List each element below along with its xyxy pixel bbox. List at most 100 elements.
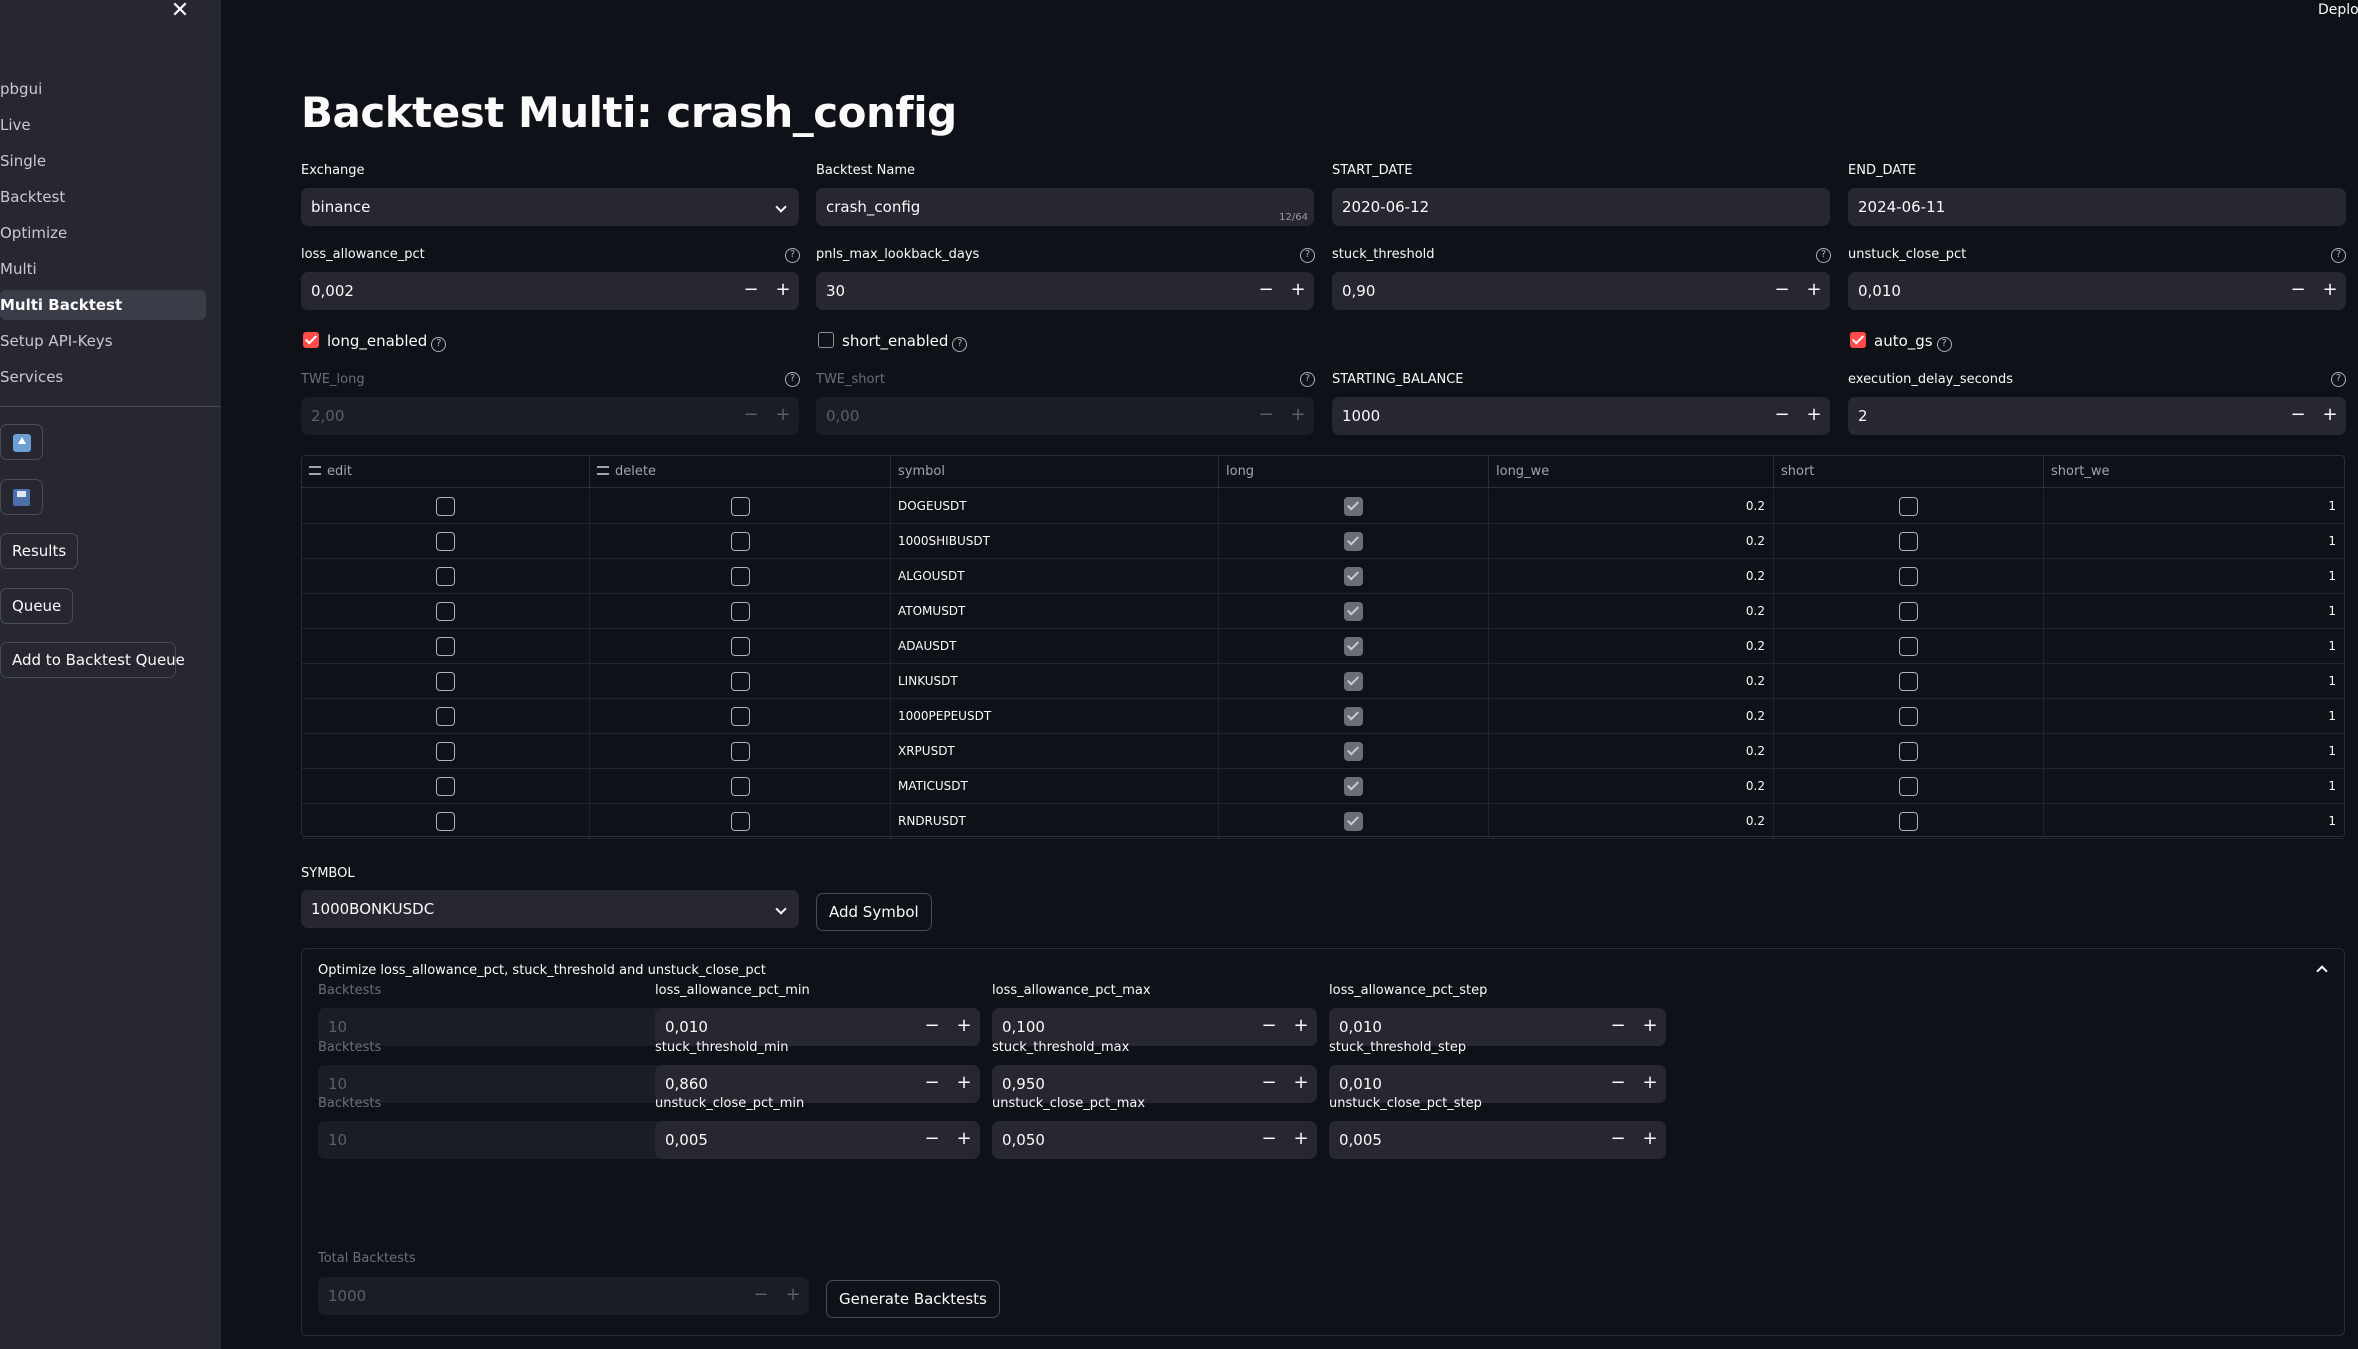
- decrement-button[interactable]: −: [2282, 397, 2314, 435]
- sidebar-item-single[interactable]: Single: [0, 146, 206, 176]
- sidebar-item-pbgui[interactable]: pbgui: [0, 74, 206, 104]
- add-to-backtest-queue-button[interactable]: Add to Backtest Queue: [0, 642, 185, 678]
- generate-backtests-button[interactable]: Generate Backtests: [826, 1280, 1000, 1318]
- chevron-up-icon[interactable]: [2316, 965, 2328, 977]
- sidebar-item-setup-api-keys[interactable]: Setup API-Keys: [0, 326, 206, 356]
- column-header-symbol[interactable]: symbol: [891, 456, 1219, 488]
- edit-checkbox[interactable]: [436, 707, 455, 726]
- decrement-button[interactable]: −: [1602, 1065, 1634, 1103]
- increment-button[interactable]: +: [948, 1121, 980, 1159]
- execution-delay-seconds-input[interactable]: 2 − +: [1848, 397, 2346, 435]
- help-icon[interactable]: ?: [1936, 337, 1952, 352]
- column-header-long-we[interactable]: long_we: [1489, 456, 1774, 488]
- sidebar-item-backtest[interactable]: Backtest: [0, 182, 206, 212]
- decrement-button[interactable]: −: [1250, 272, 1282, 310]
- increment-button[interactable]: +: [2314, 272, 2346, 310]
- help-icon[interactable]: ?: [785, 248, 800, 263]
- increment-button[interactable]: +: [1285, 1121, 1317, 1159]
- edit-checkbox[interactable]: [436, 742, 455, 761]
- start-date-input[interactable]: 2020-06-12: [1332, 188, 1830, 226]
- edit-checkbox[interactable]: [436, 532, 455, 551]
- help-icon[interactable]: ?: [1300, 372, 1315, 387]
- delete-checkbox[interactable]: [730, 672, 750, 691]
- edit-checkbox[interactable]: [436, 497, 455, 516]
- step-input[interactable]: 0,005 − +: [1329, 1121, 1666, 1159]
- increment-button[interactable]: +: [1634, 1065, 1666, 1103]
- sidebar-item-optimize[interactable]: Optimize: [0, 218, 206, 248]
- decrement-button[interactable]: −: [916, 1121, 948, 1159]
- decrement-button[interactable]: −: [735, 272, 767, 310]
- help-icon[interactable]: ?: [1816, 248, 1831, 263]
- delete-checkbox[interactable]: [730, 602, 750, 621]
- increment-button[interactable]: +: [948, 1008, 980, 1046]
- column-header-short-we[interactable]: short_we: [2044, 456, 2344, 488]
- sidebar-item-services[interactable]: Services: [0, 362, 206, 392]
- help-icon[interactable]: ?: [431, 337, 447, 352]
- short-enabled-checkbox[interactable]: short_enabled?: [818, 331, 968, 352]
- queue-button[interactable]: Queue: [0, 588, 74, 624]
- sidebar-item-multi[interactable]: Multi: [0, 254, 206, 284]
- results-button[interactable]: Results: [0, 533, 79, 569]
- delete-checkbox[interactable]: [730, 497, 750, 516]
- edit-checkbox[interactable]: [436, 672, 455, 691]
- edit-checkbox[interactable]: [436, 812, 455, 831]
- min-input[interactable]: 0,005 − +: [655, 1121, 980, 1159]
- stuck-threshold-input[interactable]: 0,90 − +: [1332, 272, 1830, 310]
- save-button[interactable]: [0, 479, 43, 515]
- add-symbol-button[interactable]: Add Symbol: [816, 893, 932, 931]
- deploy-button[interactable]: Deploy: [2318, 2, 2358, 18]
- exchange-select[interactable]: binance: [301, 188, 799, 226]
- decrement-button[interactable]: −: [1602, 1121, 1634, 1159]
- column-header-edit[interactable]: edit: [302, 456, 590, 488]
- starting-balance-input[interactable]: 1000 − +: [1332, 397, 1830, 435]
- increment-button[interactable]: +: [1798, 272, 1830, 310]
- increment-button[interactable]: +: [767, 272, 799, 310]
- symbol-select[interactable]: 1000BONKUSDC: [301, 890, 799, 928]
- delete-checkbox[interactable]: [730, 567, 750, 586]
- decrement-button[interactable]: −: [1766, 272, 1798, 310]
- delete-checkbox[interactable]: [730, 777, 750, 796]
- edit-checkbox[interactable]: [436, 602, 455, 621]
- increment-button[interactable]: +: [1285, 1065, 1317, 1103]
- delete-checkbox[interactable]: [730, 637, 750, 656]
- expander-title[interactable]: Optimize loss_allowance_pct, stuck_thres…: [318, 963, 766, 978]
- close-sidebar-icon[interactable]: ✕: [170, 0, 190, 24]
- column-header-delete[interactable]: delete: [590, 456, 891, 488]
- decrement-button[interactable]: −: [916, 1065, 948, 1103]
- decrement-button[interactable]: −: [1253, 1008, 1285, 1046]
- sidebar-item-live[interactable]: Live: [0, 110, 206, 140]
- increment-button[interactable]: +: [948, 1065, 980, 1103]
- increment-button[interactable]: +: [1634, 1008, 1666, 1046]
- decrement-button[interactable]: −: [1253, 1121, 1285, 1159]
- column-header-short[interactable]: short: [1774, 456, 2044, 488]
- increment-button[interactable]: +: [1282, 272, 1314, 310]
- increment-button[interactable]: +: [1634, 1121, 1666, 1159]
- decrement-button[interactable]: −: [1766, 397, 1798, 435]
- help-icon[interactable]: ?: [2331, 248, 2346, 263]
- auto-gs-checkbox[interactable]: auto_gs?: [1850, 331, 1952, 352]
- increment-button[interactable]: +: [1798, 397, 1830, 435]
- backtest-name-input[interactable]: crash_config 12/64: [816, 188, 1314, 226]
- import-button[interactable]: [0, 424, 43, 460]
- help-icon[interactable]: ?: [1300, 248, 1315, 263]
- decrement-button[interactable]: −: [1253, 1065, 1285, 1103]
- sidebar-item-multi-backtest[interactable]: Multi Backtest: [0, 290, 206, 320]
- help-icon[interactable]: ?: [2331, 372, 2346, 387]
- increment-button[interactable]: +: [1285, 1008, 1317, 1046]
- delete-checkbox[interactable]: [730, 532, 750, 551]
- unstuck-close-pct-input[interactable]: 0,010 − +: [1848, 272, 2346, 310]
- increment-button[interactable]: +: [2314, 397, 2346, 435]
- long-enabled-checkbox[interactable]: long_enabled?: [303, 331, 447, 352]
- pnls-max-lookback-days-input[interactable]: 30 − +: [816, 272, 1314, 310]
- decrement-button[interactable]: −: [916, 1008, 948, 1046]
- loss-allowance-pct-input[interactable]: 0,002 − +: [301, 272, 799, 310]
- help-icon[interactable]: ?: [785, 372, 800, 387]
- decrement-button[interactable]: −: [2282, 272, 2314, 310]
- delete-checkbox[interactable]: [730, 707, 750, 726]
- end-date-input[interactable]: 2024-06-11: [1848, 188, 2346, 226]
- edit-checkbox[interactable]: [436, 637, 455, 656]
- edit-checkbox[interactable]: [436, 567, 455, 586]
- max-input[interactable]: 0,050 − +: [992, 1121, 1317, 1159]
- delete-checkbox[interactable]: [730, 812, 750, 831]
- decrement-button[interactable]: −: [1602, 1008, 1634, 1046]
